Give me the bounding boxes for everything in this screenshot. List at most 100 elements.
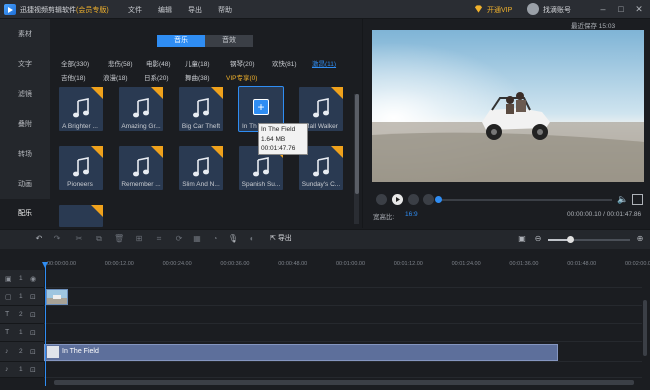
- category-happy[interactable]: 欢快(81): [272, 58, 297, 68]
- tab-sound-effects[interactable]: 音效: [205, 35, 253, 47]
- delete-icon[interactable]: 🗑: [114, 234, 124, 244]
- timeline-horizontal-scrollbar[interactable]: [54, 380, 634, 385]
- microphone-icon[interactable]: 🎙: [228, 234, 238, 244]
- library-scrollbar-thumb[interactable]: [355, 94, 359, 194]
- volume-adjust-icon[interactable]: ◐: [247, 234, 257, 244]
- category-movie[interactable]: 电影(48): [146, 58, 171, 68]
- zoom-in-icon[interactable]: ⊕: [635, 234, 645, 244]
- app-name: 迅捷视频剪辑软件: [20, 7, 76, 14]
- zoom-out-icon[interactable]: ⊖: [533, 234, 543, 244]
- play-icon: [396, 197, 400, 202]
- category-dance[interactable]: 舞曲(38): [185, 72, 210, 82]
- mosaic-icon[interactable]: ▦: [192, 234, 202, 244]
- copy-icon[interactable]: ⧉: [94, 234, 104, 244]
- redo-icon[interactable]: ↷: [52, 234, 62, 244]
- avatar[interactable]: [527, 3, 539, 15]
- tooltip-name: In The Field: [261, 126, 296, 133]
- lock-icon[interactable]: ⊡: [30, 366, 36, 374]
- track-header-text: T 1 ⊡: [0, 324, 44, 342]
- previous-frame-button[interactable]: [376, 194, 387, 205]
- sidebar-item-media[interactable]: 素材: [0, 20, 50, 49]
- sidebar-item-transitions[interactable]: 转场: [0, 140, 50, 169]
- sidebar-item-filters[interactable]: 滤镜: [0, 80, 50, 109]
- export-button[interactable]: ⇱ 导出: [270, 233, 292, 243]
- close-icon[interactable]: ✕: [633, 3, 645, 15]
- track-number: 2: [19, 311, 23, 318]
- sidebar-item-overlay[interactable]: 叠附: [0, 110, 50, 139]
- menu-help[interactable]: 帮助: [218, 5, 232, 15]
- image-track-icon: ▢: [5, 294, 12, 301]
- minimize-icon[interactable]: –: [597, 3, 609, 15]
- track-tooltip: In The Field 1.64 MB 00:01:47.76: [258, 123, 308, 155]
- category-kids[interactable]: 儿童(18): [185, 58, 210, 68]
- category-all[interactable]: 全部(330): [61, 58, 89, 68]
- fullscreen-icon[interactable]: [632, 194, 643, 205]
- category-vip[interactable]: VIP专享(0): [226, 72, 257, 82]
- user-name[interactable]: 找滴账号: [543, 5, 571, 15]
- crop-icon[interactable]: ⌗: [154, 234, 164, 244]
- time-readout: 00:00:00.10 / 00:01:47.86: [567, 211, 641, 218]
- sidebar-item-music[interactable]: 配乐: [0, 199, 50, 228]
- playhead[interactable]: [45, 262, 46, 386]
- aspect-ratio-select[interactable]: 16:9: [405, 211, 418, 218]
- track-lane[interactable]: [44, 324, 642, 342]
- playhead-handle[interactable]: [42, 262, 48, 268]
- sidebar-item-text[interactable]: 文字: [0, 50, 50, 79]
- clip-thumbnail: [47, 290, 67, 304]
- rotate-icon[interactable]: ⟳: [174, 234, 184, 244]
- eye-icon[interactable]: ◉: [30, 275, 36, 283]
- cut-icon[interactable]: ✂: [74, 234, 84, 244]
- lock-icon[interactable]: ⊡: [30, 293, 36, 301]
- timeline-vertical-scrollbar[interactable]: [643, 300, 647, 356]
- edition-label: (会员专版): [76, 7, 109, 14]
- track-lane[interactable]: [44, 306, 642, 324]
- menu-export[interactable]: 导出: [188, 5, 202, 15]
- category-guitar[interactable]: 吉他(18): [61, 72, 86, 82]
- lock-icon[interactable]: ⊡: [30, 348, 36, 356]
- category-epic[interactable]: 激昂(11): [312, 58, 336, 68]
- stop-button[interactable]: [408, 194, 419, 205]
- next-frame-button[interactable]: [423, 194, 434, 205]
- category-japanese[interactable]: 日系(20): [144, 72, 169, 82]
- tab-music[interactable]: 音乐: [157, 35, 205, 47]
- play-button[interactable]: [392, 194, 403, 205]
- sidebar-item-animation[interactable]: 动画: [0, 170, 50, 199]
- menu-edit[interactable]: 编辑: [158, 5, 172, 15]
- audio-clip[interactable]: [44, 344, 558, 361]
- track-lane[interactable]: [44, 362, 642, 378]
- vip-badge-icon: [331, 146, 343, 158]
- category-romantic[interactable]: 浪漫(18): [103, 72, 128, 82]
- ruler-tick-label: 00:00:48.00: [278, 261, 308, 267]
- playback-progress-knob[interactable]: [434, 196, 442, 203]
- track-lane[interactable]: [44, 270, 642, 288]
- total-time: 00:01:47.86: [606, 211, 642, 218]
- vip-diamond-icon[interactable]: [474, 5, 483, 13]
- track-label: Pioneers: [67, 181, 93, 188]
- autosave-status: 最近保存 15:03: [571, 23, 616, 30]
- track-lane[interactable]: [44, 288, 642, 306]
- lock-icon[interactable]: ⊡: [30, 329, 36, 337]
- undo-icon[interactable]: ↶: [34, 234, 44, 244]
- split-icon[interactable]: ⊞: [134, 234, 144, 244]
- music-note-icon: [193, 98, 209, 118]
- tooltip-size: 1.64 MB: [261, 135, 286, 143]
- app-logo-icon: [4, 4, 16, 15]
- vip-badge-icon: [151, 146, 163, 158]
- video-clip[interactable]: [46, 289, 68, 305]
- fit-timeline-icon[interactable]: ▣: [517, 234, 527, 244]
- track-header-audio: ♪ 1 ⊡: [0, 362, 44, 378]
- category-piano[interactable]: 钢琴(20): [230, 58, 255, 68]
- track-header-video: ▣ 1 ◉: [0, 270, 44, 288]
- speed-icon[interactable]: ◔: [210, 234, 220, 244]
- menu-file[interactable]: 文件: [128, 5, 142, 15]
- category-sad[interactable]: 悲伤(58): [108, 58, 133, 68]
- maximize-icon[interactable]: □: [615, 3, 627, 15]
- track-tile[interactable]: [59, 205, 103, 227]
- add-to-timeline-icon[interactable]: +: [253, 99, 269, 115]
- ruler-tick-label: 00:00:24.00: [162, 261, 192, 267]
- open-vip-button[interactable]: 开通VIP: [487, 5, 512, 15]
- music-track-icon: ♪: [5, 348, 9, 355]
- volume-icon[interactable]: 🔈: [617, 194, 629, 205]
- playback-progress[interactable]: [436, 199, 612, 201]
- lock-icon[interactable]: ⊡: [30, 311, 36, 319]
